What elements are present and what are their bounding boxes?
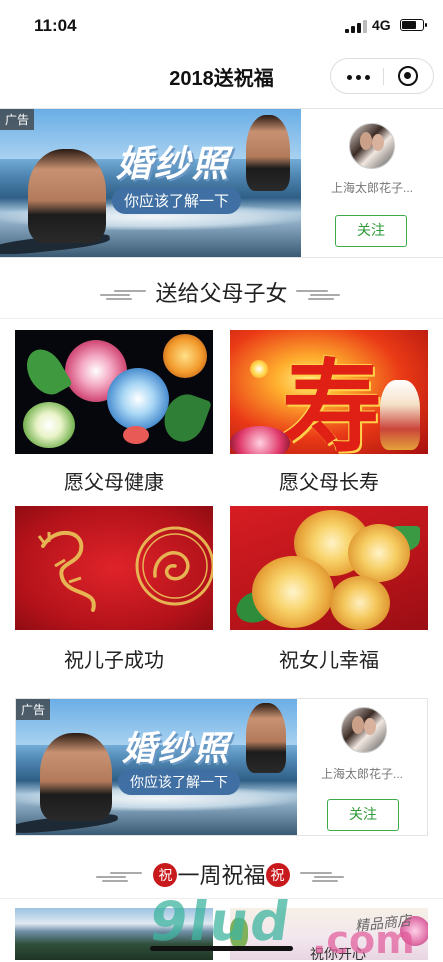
ad-image[interactable]: 婚纱照 你应该了解一下	[0, 109, 301, 257]
card-label: 愿父母健康	[64, 472, 164, 494]
section-title: 送给父母子女	[155, 281, 288, 306]
man-figure	[28, 149, 106, 243]
mini-program-capsule	[330, 58, 434, 94]
ad-tag: 广告	[16, 699, 51, 720]
ad-tag: 广告	[0, 109, 35, 130]
man-figure	[40, 733, 112, 821]
card-label: 祝女儿幸福	[279, 650, 379, 672]
ad-image[interactable]: 婚纱照 你应该了解一下	[16, 699, 297, 835]
follow-button[interactable]: 关注	[327, 799, 399, 831]
home-indicator[interactable]	[150, 946, 293, 951]
status-bar: 11:04 4G	[0, 0, 443, 52]
ad-card[interactable]: 婚纱照 你应该了解一下 广告 上海太郎花子... 关注	[0, 108, 443, 258]
blessing-badge: 祝	[265, 863, 290, 887]
card-image-peony[interactable]	[15, 330, 213, 454]
target-circle-icon[interactable]	[398, 66, 418, 86]
network-label: 4G	[372, 17, 391, 33]
woman-figure	[246, 115, 290, 191]
section-title: 一周祝福	[177, 863, 266, 888]
card-image-longevity[interactable]: 寿	[230, 330, 428, 454]
account-name: 上海太郎花子...	[330, 181, 413, 195]
account-avatar[interactable]	[349, 123, 395, 169]
card-label: 祝儿子成功	[64, 650, 164, 672]
woman-figure	[246, 703, 286, 773]
blessing-badge: 祝	[153, 863, 178, 887]
account-name: 上海太郎花子...	[320, 767, 403, 781]
card-image-dragon[interactable]	[15, 506, 213, 630]
signal-icon	[345, 20, 367, 33]
section-heading: 祝一周祝福祝	[0, 854, 443, 894]
follow-button[interactable]: 关注	[335, 215, 407, 247]
ad-headline: 婚纱照	[122, 729, 230, 769]
cloud-ornament-icon	[300, 872, 346, 882]
dragon-icon	[37, 526, 213, 612]
section-title-wrap: 祝一周祝福祝	[0, 858, 443, 890]
ad-headline: 婚纱照	[116, 143, 231, 185]
section-heading: 送给父母子女	[0, 272, 443, 312]
ad-account: 上海太郎花子... 关注	[301, 109, 443, 257]
card-image-peonies[interactable]	[230, 506, 428, 630]
ad-pill: 你应该了解一下	[118, 769, 240, 795]
longevity-character: 寿	[282, 348, 382, 454]
ad-pill: 你应该了解一下	[112, 187, 242, 214]
nav-bar: 2018送祝福	[0, 52, 443, 102]
card-label: 愿父母长寿	[279, 472, 379, 494]
ad-account: 上海太郎花子... 关注	[297, 699, 427, 835]
cloud-ornament-icon	[296, 290, 342, 300]
capsule-divider	[383, 68, 384, 85]
account-avatar[interactable]	[341, 707, 387, 753]
more-dots-icon[interactable]	[347, 75, 371, 80]
status-time: 11:04	[34, 16, 77, 35]
battery-icon	[400, 19, 427, 31]
ad-card[interactable]: 婚纱照 你应该了解一下 广告 上海太郎花子... 关注	[15, 698, 428, 836]
watermark: 9lud	[145, 890, 296, 953]
section-divider	[0, 318, 443, 319]
